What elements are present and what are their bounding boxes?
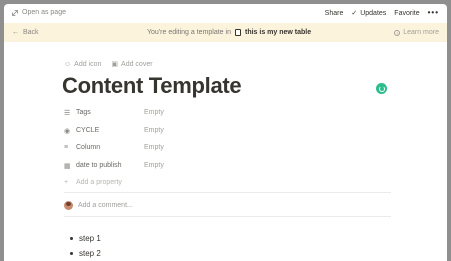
property-name: ▦ date to publish	[64, 161, 144, 170]
favorite-button[interactable]: Favorite	[394, 10, 419, 17]
bullet-icon	[70, 237, 73, 240]
calendar-icon: ▦	[64, 162, 71, 170]
check-icon: ✓	[351, 10, 358, 17]
text-icon: ≡	[64, 144, 69, 152]
learn-more-label: Learn more	[403, 29, 439, 36]
add-icon-button[interactable]: ☺ Add icon	[64, 60, 101, 68]
page-frame: Open as page Share ✓ Updates Favorite ••…	[4, 4, 447, 261]
updates-button[interactable]: ✓ Updates	[351, 9, 387, 18]
table-name-link[interactable]: this is my new table	[245, 29, 311, 36]
list-item-text: step 1	[79, 234, 101, 243]
comment-placeholder: Add a comment...	[78, 202, 133, 209]
list-icon: ☰	[64, 110, 71, 118]
banner-message: You're editing a template in this is my …	[147, 29, 311, 36]
add-cover-button[interactable]: ▣ Add cover	[111, 60, 153, 69]
property-value[interactable]: Empty	[144, 144, 164, 151]
back-label: Back	[23, 29, 39, 36]
avatar	[64, 201, 73, 210]
share-button[interactable]: Share	[325, 10, 344, 17]
add-cover-label: Add cover	[121, 60, 153, 68]
list-item-text: step 2	[79, 249, 101, 258]
bullet-icon	[70, 252, 73, 255]
property-label: Column	[76, 144, 101, 152]
property-row-tags[interactable]: ☰ Tags Empty	[64, 104, 394, 122]
properties-list: ☰ Tags Empty ◉ CYCLE Empty ≡ Column Empt…	[64, 104, 394, 192]
divider	[64, 216, 391, 217]
smiley-icon: ☺	[64, 60, 72, 68]
open-as-page-button[interactable]: Open as page	[12, 9, 66, 16]
bulleted-list: step 1 step 2	[70, 231, 101, 261]
editing-text: You're editing a template in	[147, 29, 231, 36]
property-value[interactable]: Empty	[144, 109, 164, 116]
property-label: date to publish	[76, 161, 122, 169]
property-name: ◉ CYCLE	[64, 126, 144, 135]
more-options-icon[interactable]: •••	[428, 9, 439, 17]
plus-icon: +	[64, 179, 69, 187]
template-banner: ← Back You're editing a template in this…	[4, 23, 447, 42]
arrow-left-icon: ←	[12, 29, 19, 36]
add-property: + Add a property	[64, 179, 144, 186]
help-icon: ?	[394, 29, 401, 36]
document-icon	[234, 29, 241, 36]
property-row-cycle[interactable]: ◉ CYCLE Empty	[64, 122, 394, 140]
property-row-date-to-publish[interactable]: ▦ date to publish Empty	[64, 157, 394, 175]
image-icon: ▣	[111, 61, 119, 68]
property-name: ☰ Tags	[64, 109, 144, 118]
add-icon-label: Add icon	[74, 60, 102, 68]
open-as-page-label: Open as page	[22, 9, 66, 16]
top-bar: Open as page Share ✓ Updates Favorite ••…	[4, 4, 447, 23]
page-title[interactable]: Content Template	[62, 73, 242, 99]
add-property-label: Add a property	[76, 179, 122, 187]
property-value[interactable]: Empty	[144, 127, 164, 134]
property-row-column[interactable]: ≡ Column Empty	[64, 139, 394, 157]
loading-spinner-icon	[376, 83, 387, 94]
back-button[interactable]: ← Back	[12, 29, 39, 36]
list-item[interactable]: step 1	[70, 231, 101, 246]
property-label: Tags	[76, 109, 91, 117]
divider	[64, 192, 391, 193]
add-property-button[interactable]: + Add a property	[64, 174, 394, 192]
page-header-actions: ☺ Add icon ▣ Add cover	[64, 60, 153, 69]
property-name: ≡ Column	[64, 144, 144, 151]
learn-more-link[interactable]: ? Learn more	[394, 29, 439, 36]
top-actions: Share ✓ Updates Favorite •••	[325, 9, 439, 18]
expand-icon	[12, 9, 18, 16]
property-value[interactable]: Empty	[144, 162, 164, 169]
comment-input[interactable]: Add a comment...	[64, 201, 133, 210]
updates-label: Updates	[360, 9, 387, 17]
select-icon: ◉	[64, 127, 71, 135]
property-label: CYCLE	[76, 126, 100, 134]
list-item[interactable]: step 2	[70, 246, 101, 261]
